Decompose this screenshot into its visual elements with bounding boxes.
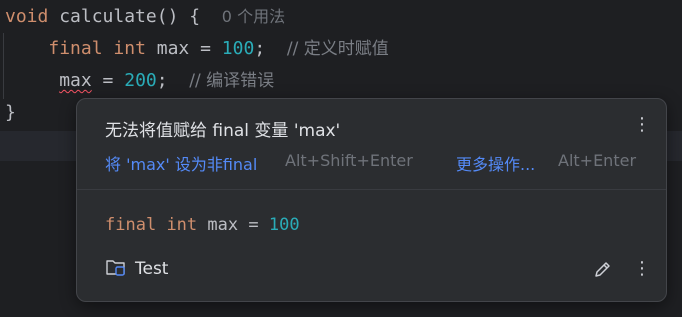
method-punct: () {: [156, 6, 201, 27]
module-link[interactable]: Test: [105, 257, 168, 281]
variable-max-error[interactable]: max: [59, 70, 92, 91]
snippet-number: 100: [268, 215, 300, 235]
declaration-snippet: final int max = 100: [105, 215, 300, 235]
code-line-4[interactable]: }: [5, 98, 16, 128]
folder-module-icon: [105, 257, 127, 281]
more-vertical-icon[interactable]: ⋮: [633, 258, 651, 280]
semicolon: ;: [254, 38, 266, 59]
popup-divider: [77, 189, 666, 190]
comment-define: // 定义时赋值: [286, 39, 389, 59]
code-line-2[interactable]: final int max = 100; // 定义时赋值: [5, 34, 389, 64]
assign-op: =: [102, 70, 114, 91]
snippet-variable: max: [207, 215, 239, 235]
quick-fix-shortcut: Alt+Shift+Enter: [285, 151, 413, 170]
number-literal-100: 100: [221, 38, 255, 59]
more-vertical-icon[interactable]: ⋮: [633, 114, 651, 136]
keyword-final: final: [48, 38, 103, 59]
more-actions-link[interactable]: 更多操作...: [456, 151, 535, 175]
number-literal-200: 200: [124, 70, 157, 91]
code-line-1[interactable]: void calculate() { 0 个用法: [5, 2, 285, 32]
error-popup: 无法将值赋给 final 变量 'max' ⋮ 将 'max' 设为非final…: [76, 98, 667, 302]
snippet-keyword-final: final: [105, 215, 157, 235]
popup-header: 无法将值赋给 final 变量 'max' ⋮ 将 'max' 设为非final…: [77, 99, 666, 189]
assign-op: =: [200, 38, 211, 59]
snippet-assign-op: =: [248, 215, 259, 235]
keyword-void: void: [5, 6, 49, 27]
more-actions-shortcut: Alt+Enter: [558, 151, 637, 170]
snippet-keyword-int: int: [166, 215, 198, 235]
comment-compile-error: // 编译错误: [189, 71, 275, 91]
module-name: Test: [135, 259, 169, 279]
indent-guide: [3, 33, 4, 99]
error-message: 无法将值赋给 final 变量 'max': [105, 121, 341, 141]
closing-brace: }: [5, 102, 16, 123]
edit-icon[interactable]: [592, 258, 614, 280]
quick-fix-make-non-final[interactable]: 将 'max' 设为非final: [105, 151, 257, 175]
usages-hint[interactable]: 0 个用法: [222, 7, 285, 26]
keyword-int: int: [113, 38, 146, 59]
variable-max-decl[interactable]: max: [157, 38, 190, 59]
method-name[interactable]: calculate: [59, 6, 157, 27]
semicolon: ;: [156, 70, 168, 91]
code-line-3[interactable]: max = 200; // 编译错误: [5, 66, 274, 96]
